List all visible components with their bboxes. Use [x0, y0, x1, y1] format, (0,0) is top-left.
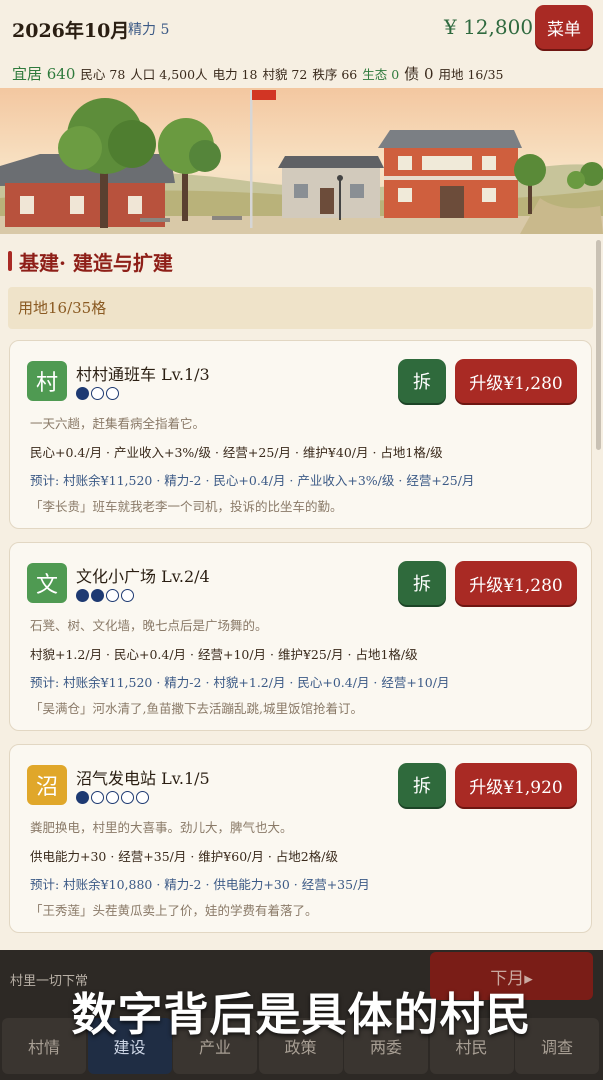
section-header: 基建· 建造与扩建 [8, 246, 173, 276]
villager-quote: 「吴满仓」河水清了,鱼苗撒下去活蹦乱跳,城里饭馆抢着订。 [30, 701, 363, 716]
building-card-bus: 村 村村通班车 Lv.1/3 拆 升级¥1,280 一天六趟，赶集看病全指着它。… [9, 340, 592, 529]
building-effects: 民心+0.4/月 · 产业收入+3%/级 · 经营+25/月 · 维护¥40/月… [30, 445, 443, 460]
section-accent-bar [8, 251, 12, 271]
demolish-button[interactable]: 拆 [398, 359, 446, 403]
level-dot [136, 791, 149, 804]
building-card-biogas: 沼 沼气发电站 Lv.1/5 拆 升级¥1,920 粪肥换电，村里的大喜事。劲儿… [9, 744, 592, 933]
level-dots [76, 589, 136, 602]
level-dot [106, 791, 119, 804]
level-dot [91, 589, 104, 602]
level-dot [76, 589, 89, 602]
stat-item: 用地 16/35 [438, 67, 504, 82]
level-dot [91, 791, 104, 804]
building-icon: 村 [27, 361, 67, 401]
villager-quote: 「李长贵」班车就我老李一个司机，投诉的比坐车的勤。 [30, 499, 343, 514]
level-dots [76, 791, 151, 804]
upgrade-button[interactable]: 升级¥1,280 [455, 359, 577, 403]
land-usage-box: 用地16/35格 [8, 287, 593, 329]
building-icon: 沼 [27, 765, 67, 805]
building-name: 文化小广场 Lv.2/4 [76, 567, 210, 586]
current-date: 2026年10月 [12, 20, 130, 42]
level-dot [91, 387, 104, 400]
stat-item: 债 0 [404, 65, 434, 83]
upgrade-preview: 预计: 村账余¥11,520 · 精力-2 · 村貌+1.2/月 · 民心+0.… [30, 675, 450, 690]
building-description: 一天六趟，赶集看病全指着它。 [30, 416, 206, 431]
section-title: 基建· 建造与扩建 [19, 250, 173, 275]
upgrade-preview: 预计: 村账余¥11,520 · 精力-2 · 民心+0.4/月 · 产业收入+… [30, 473, 475, 488]
level-dot [76, 791, 89, 804]
menu-button[interactable]: 菜单 [535, 5, 593, 49]
scrollbar[interactable] [596, 240, 601, 450]
stat-item: 民心 78 [80, 67, 126, 82]
level-dot [121, 589, 134, 602]
demolish-button[interactable]: 拆 [398, 763, 446, 807]
stat-item: 宜居 640 [12, 65, 76, 83]
building-effects: 村貌+1.2/月 · 民心+0.4/月 · 经营+10/月 · 维护¥25/月 … [30, 647, 418, 662]
building-description: 粪肥换电，村里的大喜事。劲儿大，脾气也大。 [30, 820, 293, 835]
building-description: 石凳、树、文化墙，晚七点后是广场舞的。 [30, 618, 268, 633]
building-name: 村村通班车 Lv.1/3 [76, 365, 210, 384]
village-banner-image [0, 88, 603, 234]
stat-item: 人口 4,500人 [130, 67, 208, 82]
upgrade-button[interactable]: 升级¥1,920 [455, 763, 577, 807]
building-effects: 供电能力+30 · 经营+35/月 · 维护¥60/月 · 占地2格/级 [30, 849, 338, 864]
demolish-button[interactable]: 拆 [398, 561, 446, 605]
level-dot [106, 387, 119, 400]
building-name: 沼气发电站 Lv.1/5 [76, 769, 210, 788]
level-dot [121, 791, 134, 804]
villager-quote: 「王秀莲」头茬黄瓜卖上了价，娃的学费有着落了。 [30, 903, 318, 918]
promo-caption: 数字背后是具体的村民 [71, 988, 532, 1041]
stat-item: 电力 18 [212, 67, 258, 82]
upgrade-button[interactable]: 升级¥1,280 [455, 561, 577, 605]
upgrade-preview: 预计: 村账余¥10,880 · 精力-2 · 供电能力+30 · 经营+35/… [30, 877, 370, 892]
stats-row: 宜居 640 民心 78 人口 4,500人 电力 18 村貌 72 秩序 66 生态 0 债… [12, 63, 508, 84]
level-dot [76, 387, 89, 400]
building-icon: 文 [27, 563, 67, 603]
level-dot [106, 589, 119, 602]
energy-counter: 精力 5 [128, 22, 170, 38]
stat-item: 村貌 72 [262, 67, 308, 82]
top-bar: 2026年10月 精力 5 ¥ 12,800 菜单 [0, 0, 603, 58]
level-dots [76, 387, 121, 400]
stat-item: 秩序 66 [312, 67, 358, 82]
stat-item: 生态 0 [362, 67, 400, 82]
money-balance: ¥ 12,800 [444, 15, 534, 39]
building-card-plaza: 文 文化小广场 Lv.2/4 拆 升级¥1,280 石凳、树、文化墙，晚七点后是… [9, 542, 592, 731]
